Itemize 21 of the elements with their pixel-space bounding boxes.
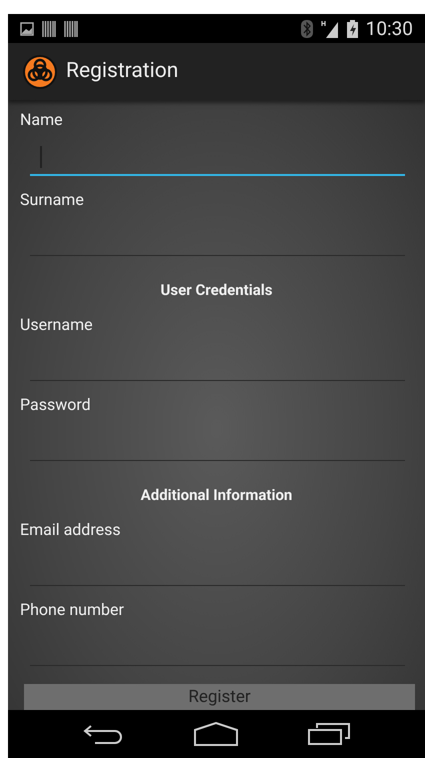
barcode-notification-icon (42, 20, 56, 36)
biohazard-app-icon (22, 54, 58, 90)
register-button[interactable]: Register (24, 684, 415, 710)
section-header: User Credentials (160, 280, 272, 301)
barcode-notification-icon (64, 20, 78, 36)
field-label: Name (20, 109, 64, 131)
field-label: Username (20, 314, 94, 336)
field-label: Phone number (20, 599, 125, 621)
section-header: Additional Information (140, 485, 292, 506)
field-label: Surname (20, 189, 85, 211)
bluetooth-icon (300, 20, 313, 38)
screen-title: Registration (66, 58, 178, 85)
field-label: Email address (20, 519, 122, 541)
signal-icon (320, 20, 339, 38)
back-icon[interactable] (82, 723, 125, 745)
battery-icon (346, 20, 358, 38)
picture-notification-icon (20, 22, 34, 36)
recent-apps-icon[interactable] (308, 723, 350, 745)
home-icon[interactable] (194, 722, 238, 746)
field-label: Password (20, 394, 92, 416)
status-time: 10:30 (366, 19, 413, 38)
